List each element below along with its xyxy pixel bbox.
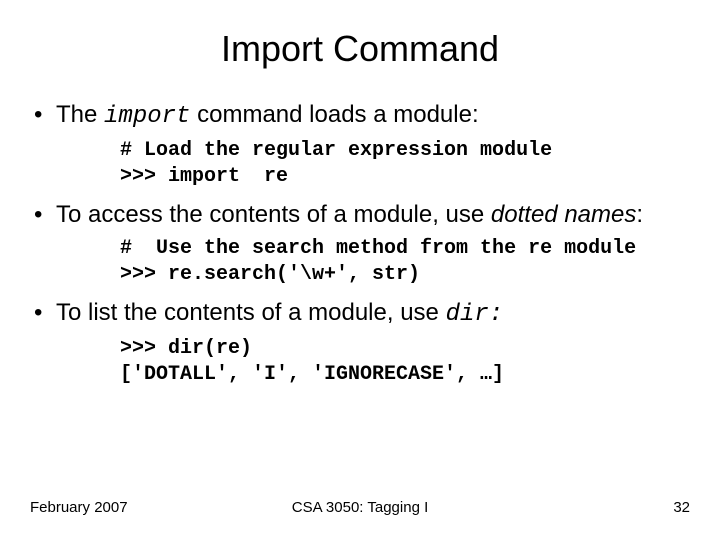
code-block: # Use the search method from the re modu… <box>120 236 690 288</box>
bullet-text: To access the contents of a module, use <box>56 201 491 228</box>
bullet-item: To list the contents of a module, use di… <box>30 298 690 330</box>
bullet-item: To access the contents of a module, use … <box>30 200 690 230</box>
code-block: # Load the regular expression module >>>… <box>120 138 690 190</box>
code-block: >>> dir(re) ['DOTALL', 'I', 'IGNORECASE'… <box>120 336 690 388</box>
bullet-text: The <box>56 101 104 128</box>
footer-date: February 2007 <box>30 499 128 516</box>
inline-code: import <box>104 103 190 130</box>
bullet-list: To access the contents of a module, use … <box>30 200 690 230</box>
bullet-item: The import command loads a module: <box>30 100 690 132</box>
bullet-list: The import command loads a module: <box>30 100 690 132</box>
inline-code: dir: <box>446 301 504 328</box>
bullet-text: : <box>636 201 643 228</box>
bullet-text: command loads a module: <box>190 101 478 128</box>
footer-course: CSA 3050: Tagging I <box>30 499 690 516</box>
slide-title: Import Command <box>30 28 690 70</box>
bullet-text: To list the contents of a module, use <box>56 299 446 326</box>
slide-number: 32 <box>673 499 690 516</box>
italic-text: dotted names <box>491 201 636 228</box>
bullet-list: To list the contents of a module, use di… <box>30 298 690 330</box>
footer: February 2007 CSA 3050: Tagging I 32 <box>30 499 690 516</box>
